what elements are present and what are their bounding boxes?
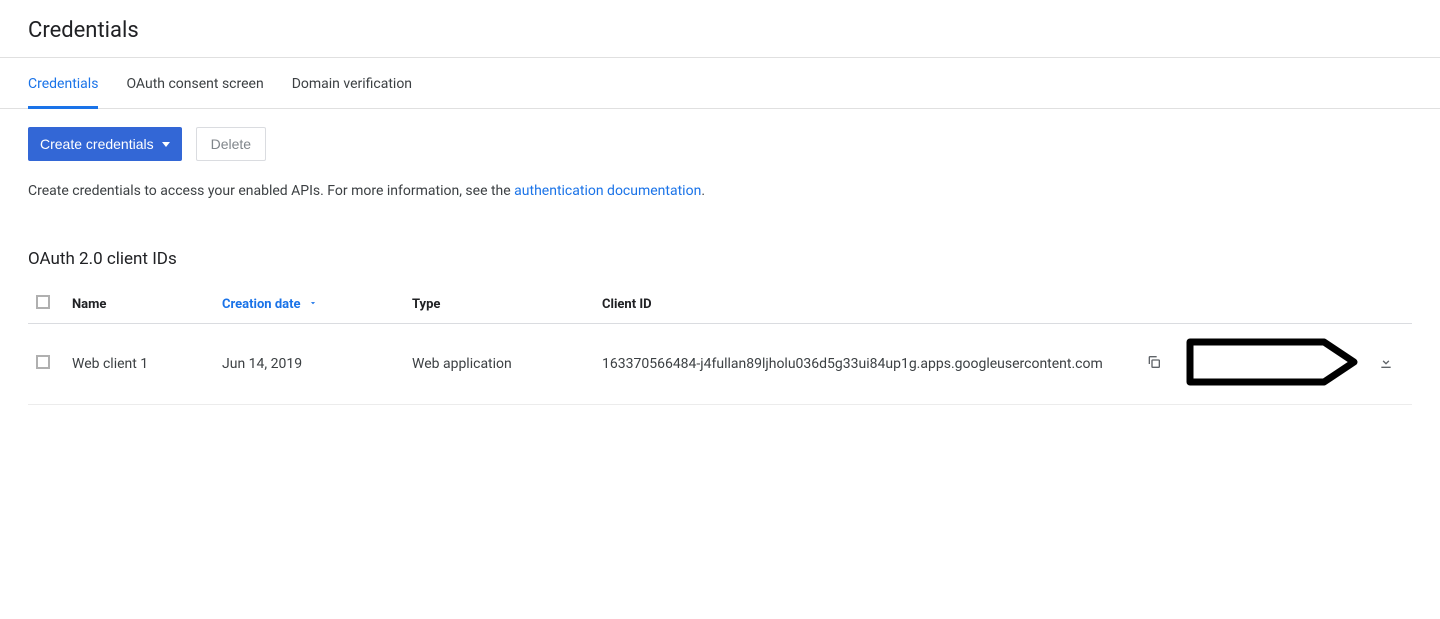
authentication-documentation-link[interactable]: authentication documentation <box>514 183 701 199</box>
row-checkbox[interactable] <box>36 355 50 369</box>
copy-icon[interactable] <box>1146 354 1162 370</box>
row-checkbox-cell <box>28 324 64 405</box>
header-client-id[interactable]: Client ID <box>594 285 1132 324</box>
cell-label-annotation <box>1176 324 1368 405</box>
page-title: Credentials <box>28 18 1412 43</box>
help-text-before: Create credentials to access your enable… <box>28 183 514 199</box>
tabs-bar: Credentials OAuth consent screen Domain … <box>0 58 1440 109</box>
download-icon[interactable] <box>1378 354 1394 370</box>
cell-creation-date: Jun 14, 2019 <box>214 324 404 405</box>
header-actions-copy <box>1132 285 1176 324</box>
tab-credentials[interactable]: Credentials <box>28 58 98 109</box>
header-creation-date-label: Creation date <box>222 297 301 312</box>
content-area: Create credentials Delete Create credent… <box>0 109 1440 423</box>
select-all-checkbox[interactable] <box>36 295 50 309</box>
chevron-down-icon <box>162 142 170 147</box>
section-title: OAuth 2.0 client IDs <box>28 249 1412 269</box>
table-header-row: Name Creation date Type Client ID <box>28 285 1412 324</box>
page-header: Credentials <box>0 0 1440 58</box>
label-tag-icon <box>1184 336 1360 388</box>
actions-bar: Create credentials Delete <box>28 127 1412 161</box>
header-actions-download <box>1368 285 1412 324</box>
delete-button[interactable]: Delete <box>196 127 266 161</box>
cell-type: Web application <box>404 324 594 405</box>
cell-name[interactable]: Web client 1 <box>64 324 214 405</box>
sort-descending-icon <box>308 297 318 312</box>
header-creation-date[interactable]: Creation date <box>214 285 404 324</box>
header-checkbox-cell <box>28 285 64 324</box>
table-row[interactable]: Web client 1 Jun 14, 2019 Web applicatio… <box>28 324 1412 405</box>
cell-download <box>1368 324 1412 405</box>
cell-client-id: 163370566484-j4fullan89ljholu036d5g33ui8… <box>594 324 1132 405</box>
header-type[interactable]: Type <box>404 285 594 324</box>
help-text-after: . <box>701 183 705 199</box>
help-text: Create credentials to access your enable… <box>28 183 1412 199</box>
tab-domain-verification[interactable]: Domain verification <box>292 58 412 109</box>
create-credentials-button[interactable]: Create credentials <box>28 127 182 161</box>
header-name[interactable]: Name <box>64 285 214 324</box>
tab-oauth-consent-screen[interactable]: OAuth consent screen <box>126 58 263 109</box>
cell-copy <box>1132 324 1176 405</box>
header-actions-label <box>1176 285 1368 324</box>
oauth-clients-table: Name Creation date Type Client ID <box>28 285 1412 405</box>
create-credentials-label: Create credentials <box>40 136 154 152</box>
